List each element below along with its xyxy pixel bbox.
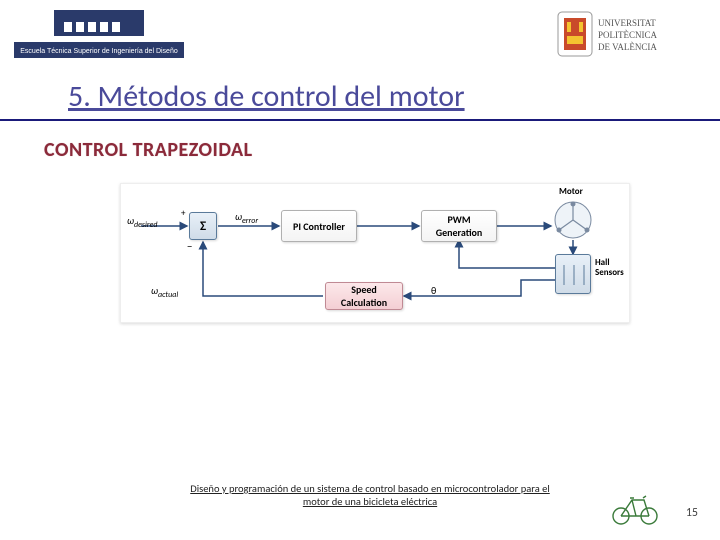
header: Escuela Técnica Superior de Ingeniería d… (0, 0, 720, 70)
speed-calculation-block: Speed Calculation (325, 282, 403, 310)
page-title: 5. Métodos de control del motor (0, 78, 720, 115)
motor-label: Motor (559, 186, 583, 197)
section-subtitle: CONTROL TRAPEZOIDAL (44, 138, 253, 162)
omega-error-label: ωerror (235, 210, 258, 226)
svg-text:Escuela Técnica Superior de In: Escuela Técnica Superior de Ingeniería d… (20, 48, 178, 55)
svg-text:POLITÈCNICA: POLITÈCNICA (598, 30, 657, 40)
minus-sign: − (187, 240, 192, 253)
hall-label: Hall Sensors (595, 258, 635, 278)
footer: Diseño y programación de un sistema de c… (0, 482, 720, 526)
pwm-generation-block: PWM Generation (421, 210, 497, 242)
etsid-logo: Escuela Técnica Superior de Ingeniería d… (14, 6, 184, 64)
theta-label: θ (431, 284, 436, 297)
bicycle-icon (610, 492, 660, 526)
svg-text:UNIVERSITAT: UNIVERSITAT (598, 18, 656, 28)
plus-sign: + (181, 208, 185, 219)
control-diagram: Σ + − PI Controller PWM Generation Speed… (120, 183, 630, 323)
page-number: 15 (686, 506, 698, 520)
svg-text:DE VALÈNCIA: DE VALÈNCIA (598, 42, 657, 52)
summing-junction: Σ (189, 212, 217, 240)
motor-icon (551, 198, 601, 248)
omega-actual-label: ωactual (151, 284, 178, 300)
footer-caption: Diseño y programación de un sistema de c… (180, 482, 560, 508)
title-bar: 5. Métodos de control del motor (0, 78, 720, 121)
pi-controller-block: PI Controller (281, 210, 357, 242)
hall-sensors-block (555, 254, 591, 294)
upv-logo: UNIVERSITAT POLITÈCNICA DE VALÈNCIA (556, 10, 706, 60)
omega-desired-label: ωdesired (127, 214, 158, 230)
